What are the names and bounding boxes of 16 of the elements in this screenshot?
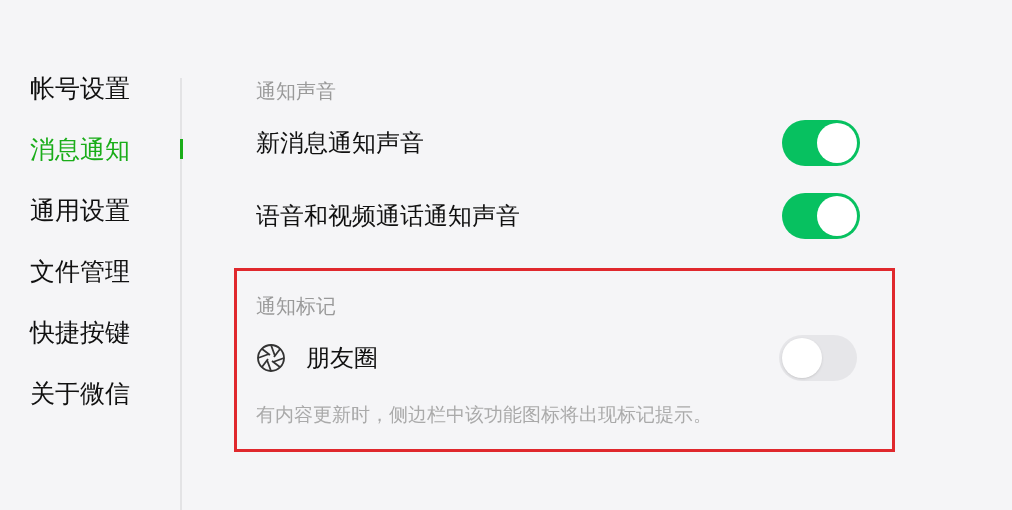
sidebar-item[interactable]: 快捷按键 bbox=[30, 314, 180, 351]
section-title: 通知标记 bbox=[256, 293, 337, 320]
setting-label: 语音和视频通话通知声音 bbox=[256, 200, 520, 232]
sidebar-item[interactable]: 关于微信 bbox=[30, 375, 180, 412]
section-title: 通知声音 bbox=[256, 78, 337, 105]
setting-label: 朋友圈 bbox=[306, 342, 378, 374]
sidebar-item[interactable]: 帐号设置 bbox=[30, 70, 180, 107]
setting-label: 新消息通知声音 bbox=[256, 127, 424, 159]
selection-indicator bbox=[180, 139, 183, 159]
toggle-switch[interactable] bbox=[782, 119, 860, 166]
sidebar-item[interactable]: 通用设置 bbox=[30, 192, 180, 229]
toggle-switch[interactable] bbox=[779, 334, 857, 381]
sidebar-item[interactable]: 文件管理 bbox=[30, 253, 180, 290]
aperture-icon bbox=[256, 342, 286, 373]
hint-text: 有内容更新时，侧边栏中该功能图标将出现标记提示。 bbox=[256, 402, 713, 427]
toggle-switch[interactable] bbox=[782, 192, 860, 239]
